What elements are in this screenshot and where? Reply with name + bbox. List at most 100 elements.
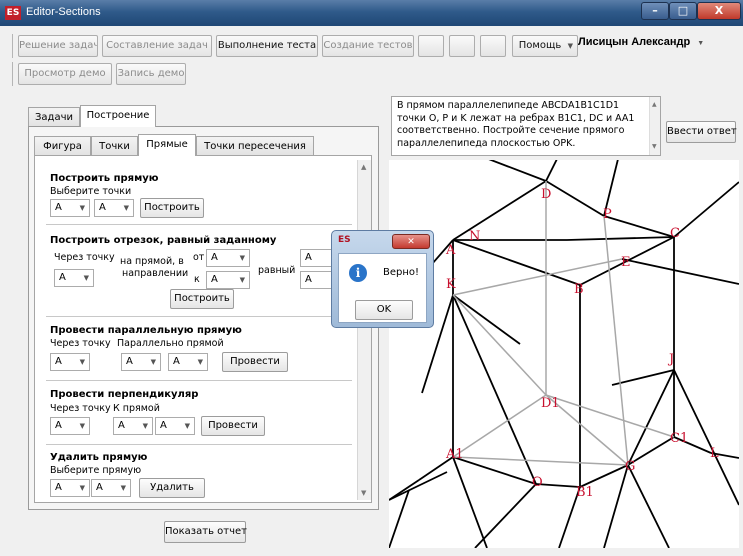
- segment-point-select[interactable]: A ▼: [54, 269, 94, 287]
- toolbar-blank-button-2[interactable]: [449, 35, 475, 57]
- dialog-app-icon: ES: [338, 235, 351, 245]
- edge: [452, 294, 537, 485]
- chevron-down-icon: ▼: [83, 274, 89, 282]
- tab-intersection-points[interactable]: Точки пересечения: [196, 136, 314, 156]
- dialog-close-button[interactable]: ✕: [392, 234, 430, 249]
- through-point-label: Через точку: [54, 252, 115, 263]
- direction-label: направлении: [122, 268, 189, 279]
- task-scrollbar[interactable]: ▲ ▼: [649, 97, 660, 155]
- maximize-button[interactable]: □: [669, 2, 697, 20]
- toolbar-blank-button-3[interactable]: [480, 35, 506, 57]
- draw-parallel-button[interactable]: Провести: [222, 352, 288, 372]
- chevron-down-icon: ▼: [142, 422, 148, 430]
- delete-point1-select[interactable]: A ▼: [50, 479, 90, 497]
- select-points-label: Выберите точки: [50, 186, 132, 197]
- vertex-label-a: A: [445, 243, 456, 258]
- tab-points[interactable]: Точки: [91, 136, 138, 156]
- parallel-point-select[interactable]: A ▼: [50, 353, 90, 371]
- edge: [603, 464, 629, 548]
- parallel-to-line-label: Параллельно прямой: [117, 338, 224, 349]
- tab-figure[interactable]: Фигура: [34, 136, 91, 156]
- select-value: A: [59, 272, 66, 283]
- vertex-label-b: B: [574, 282, 584, 297]
- divider: [46, 380, 352, 381]
- run-test-button[interactable]: Выполнение теста: [216, 35, 318, 57]
- parallel-line-point2-select[interactable]: A ▼: [168, 353, 208, 371]
- tab-tasks[interactable]: Задачи: [28, 107, 80, 127]
- chevron-down-icon: ▼: [197, 358, 203, 366]
- scroll-down-icon: ▼: [361, 489, 367, 497]
- perp-line-point2-select[interactable]: A ▼: [155, 417, 195, 435]
- close-button[interactable]: X: [697, 2, 741, 20]
- draw-perpendicular-button[interactable]: Провести: [201, 416, 265, 436]
- toolbar-blank-button-1[interactable]: [418, 35, 444, 57]
- view-demo-button[interactable]: Просмотр демо: [18, 63, 112, 85]
- build-line-button[interactable]: Построить: [140, 198, 204, 218]
- chevron-down-icon: ▼: [123, 204, 129, 212]
- select-value: A: [160, 420, 167, 431]
- segment-to-select[interactable]: A ▼: [206, 271, 250, 289]
- select-value: A: [55, 482, 62, 493]
- delete-line-button[interactable]: Удалить: [139, 478, 205, 498]
- toolbar-grip: [12, 62, 13, 86]
- vertex-label-d1: D1: [541, 396, 560, 411]
- select-value: A: [55, 356, 62, 367]
- edge: [545, 180, 605, 217]
- build-segment-button[interactable]: Построить: [170, 289, 234, 309]
- toolbar-grip: [12, 34, 13, 58]
- hidden-edge: [452, 394, 547, 458]
- figure-canvas[interactable]: D P C A N E K B J D1 C1 A1 L O B1 G: [389, 160, 739, 548]
- chevron-down-icon: ▼: [567, 42, 573, 50]
- tab-lines[interactable]: Прямые: [138, 134, 196, 156]
- line-point2-select[interactable]: A ▼: [94, 199, 134, 217]
- select-value: A: [305, 274, 312, 285]
- chevron-down-icon: ▼: [79, 204, 85, 212]
- title-bar: ES Editor-Sections – □ X: [0, 0, 743, 26]
- chevron-down-icon: ▼: [150, 358, 156, 366]
- select-value: A: [305, 252, 312, 263]
- edge: [621, 258, 739, 285]
- divider: [46, 444, 352, 445]
- show-report-button[interactable]: Показать отчет: [164, 521, 247, 543]
- task-text-box[interactable]: В прямом параллелепипеде ABCDA1B1C1D1 то…: [391, 96, 661, 156]
- chevron-down-icon: ▼: [239, 254, 245, 262]
- minimize-button[interactable]: –: [641, 2, 669, 20]
- edge: [452, 456, 488, 548]
- delete-line-heading: Удалить прямую: [50, 452, 148, 463]
- window-title: Editor-Sections: [26, 6, 101, 18]
- perp-line-point1-select[interactable]: A ▼: [113, 417, 153, 435]
- perp-through-point-label: Через точку: [50, 403, 111, 414]
- ok-button[interactable]: OK: [355, 300, 413, 320]
- divider: [46, 316, 352, 317]
- parallel-line-heading: Провести параллельную прямую: [50, 325, 242, 336]
- help-menu-button[interactable]: Помощь ▼: [512, 35, 578, 57]
- line-point1-select[interactable]: A ▼: [50, 199, 90, 217]
- select-value: A: [99, 202, 106, 213]
- hidden-edge: [545, 394, 675, 438]
- user-menu[interactable]: Лисицын Александр ▼: [578, 36, 704, 48]
- dialog-message: Верно!: [383, 267, 420, 278]
- compose-tasks-button[interactable]: Составление задач: [102, 35, 212, 57]
- select-value: A: [173, 356, 180, 367]
- vertex-label-g: G: [625, 459, 635, 474]
- segment-from-select[interactable]: A ▼: [206, 249, 250, 267]
- create-tests-button[interactable]: Создание тестов: [322, 35, 414, 57]
- edge: [566, 236, 675, 241]
- perp-point-select[interactable]: A ▼: [50, 417, 90, 435]
- scrollbar[interactable]: ▲ ▼: [357, 160, 371, 500]
- build-segment-heading: Построить отрезок, равный заданному: [50, 235, 277, 246]
- vertex-label-p: P: [603, 207, 612, 222]
- build-line-heading: Построить прямую: [50, 173, 159, 184]
- to-label: к: [194, 274, 200, 285]
- record-demo-button[interactable]: Запись демо: [116, 63, 186, 85]
- parallel-line-point1-select[interactable]: A ▼: [121, 353, 161, 371]
- chevron-down-icon: ▼: [697, 40, 705, 47]
- chevron-down-icon: ▼: [79, 358, 85, 366]
- select-value: A: [118, 420, 125, 431]
- delete-point2-select[interactable]: A ▼: [91, 479, 131, 497]
- tab-construction[interactable]: Построение: [80, 105, 156, 127]
- solve-tasks-button[interactable]: Решение задач: [18, 35, 98, 57]
- enter-answer-button[interactable]: Ввести ответ: [666, 121, 737, 143]
- chevron-down-icon: ▼: [79, 484, 85, 492]
- chevron-down-icon: ▼: [239, 276, 245, 284]
